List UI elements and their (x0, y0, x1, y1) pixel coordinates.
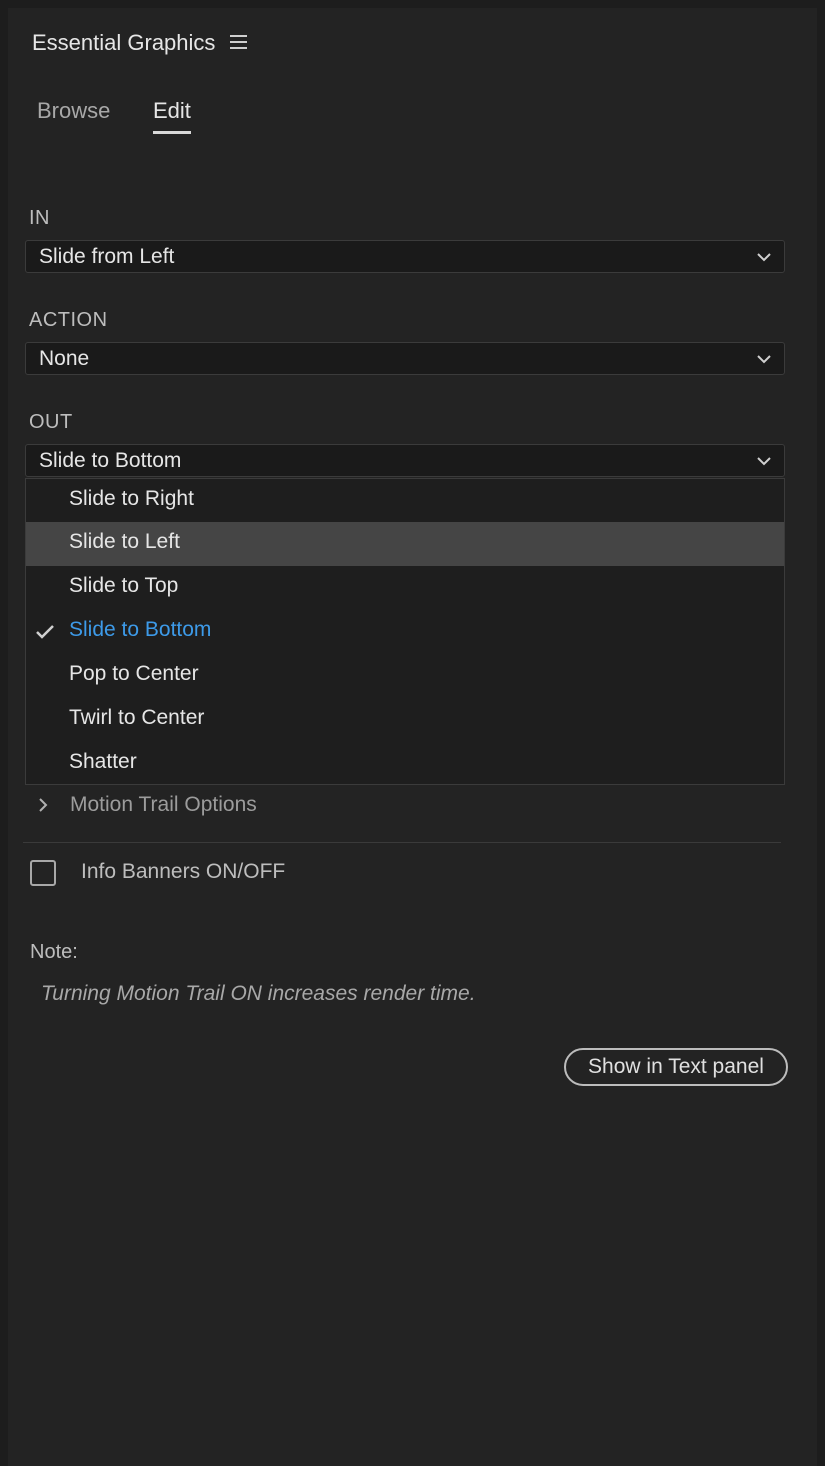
in-dropdown-value: Slide from Left (39, 245, 175, 268)
out-dropdown-menu: Slide to Right Slide to Left Slide to To… (25, 478, 785, 785)
chevron-right-icon (39, 798, 48, 812)
menu-item-label: Slide to Left (69, 530, 180, 553)
action-dropdown-value: None (39, 347, 90, 370)
menu-item-shatter[interactable]: Shatter (26, 742, 784, 786)
menu-item-pop-to-center[interactable]: Pop to Center (26, 654, 784, 698)
out-dropdown-value: Slide to Bottom (39, 449, 182, 472)
hamburger-menu-icon[interactable] (230, 35, 247, 49)
section-divider (23, 842, 781, 843)
menu-item-label: Slide to Top (69, 574, 179, 597)
panel-title: Essential Graphics (32, 30, 216, 55)
menu-item-label: Slide to Right (69, 487, 194, 510)
active-tab-indicator (153, 131, 191, 134)
motion-trail-options-label: Motion Trail Options (70, 793, 257, 816)
menu-item-slide-to-top[interactable]: Slide to Top (26, 566, 784, 610)
out-label: OUT (29, 411, 73, 433)
chevron-down-icon (757, 355, 771, 364)
action-label: ACTION (29, 309, 108, 331)
tab-edit[interactable]: Edit (153, 98, 191, 124)
menu-item-label: Pop to Center (69, 662, 199, 685)
menu-item-label: Twirl to Center (69, 706, 205, 729)
show-in-text-panel-button[interactable]: Show in Text panel (564, 1048, 788, 1086)
chevron-down-icon (757, 253, 771, 262)
in-dropdown[interactable]: Slide from Left (25, 240, 785, 273)
chevron-down-icon (757, 457, 771, 466)
checkmark-icon (36, 625, 54, 639)
out-dropdown[interactable]: Slide to Bottom (25, 444, 785, 477)
info-banners-checkbox[interactable] (30, 860, 56, 886)
window-top-edge (0, 0, 825, 8)
info-banners-label: Info Banners ON/OFF (81, 860, 286, 883)
menu-item-slide-to-left[interactable]: Slide to Left (26, 522, 784, 566)
in-label: IN (29, 207, 50, 229)
menu-item-slide-to-right[interactable]: Slide to Right (26, 479, 784, 523)
note-label: Note: (30, 941, 78, 963)
motion-trail-options-toggle[interactable]: Motion Trail Options (30, 791, 730, 821)
tab-browse[interactable]: Browse (37, 98, 110, 124)
menu-item-label: Slide to Bottom (69, 618, 212, 641)
action-dropdown[interactable]: None (25, 342, 785, 375)
menu-item-label: Shatter (69, 750, 137, 773)
note-text: Turning Motion Trail ON increases render… (41, 982, 476, 1005)
menu-item-twirl-to-center[interactable]: Twirl to Center (26, 698, 784, 742)
menu-item-slide-to-bottom[interactable]: Slide to Bottom (26, 610, 784, 654)
essential-graphics-panel: Essential Graphics Browse Edit IN Slide … (8, 8, 817, 1466)
